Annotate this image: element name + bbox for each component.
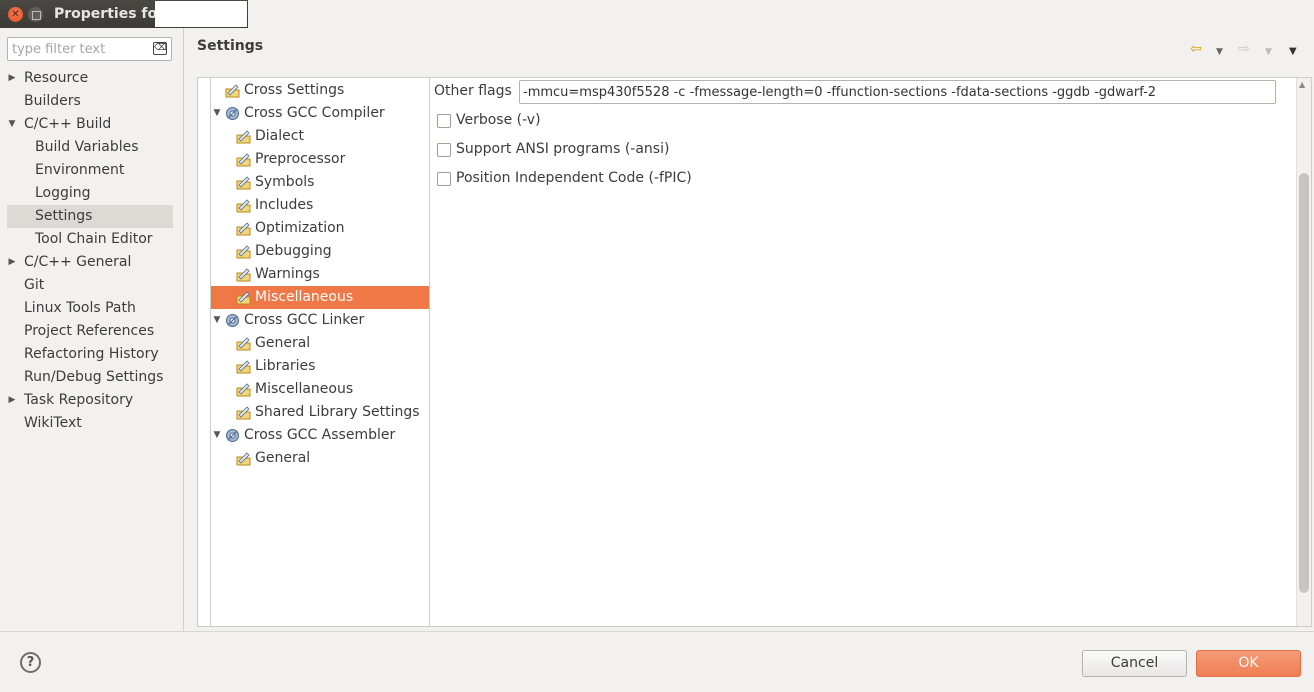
tree-item-dialect[interactable]: Dialect: [211, 125, 429, 148]
ansi-checkbox[interactable]: [437, 143, 451, 157]
tool-icon: [225, 106, 240, 121]
back-history-dropdown-icon[interactable]: ▼: [1216, 45, 1223, 59]
collapse-arrow-icon[interactable]: ▼: [212, 102, 222, 125]
tree-item-compiler-miscellaneous[interactable]: Miscellaneous: [211, 286, 429, 309]
tree-item-optimization[interactable]: Optimization: [211, 217, 429, 240]
settings-icon: [236, 382, 251, 397]
tree-item-assembler-general[interactable]: General: [211, 447, 429, 470]
tree-item-cross-gcc-compiler[interactable]: ▼ Cross GCC Compiler: [211, 102, 429, 125]
other-flags-label: Other flags: [434, 83, 512, 99]
tree-item-cross-gcc-linker[interactable]: ▼ Cross GCC Linker: [211, 309, 429, 332]
nav-item-refactoring-history[interactable]: Refactoring History: [7, 343, 173, 366]
tree-item-libraries[interactable]: Libraries: [211, 355, 429, 378]
tree-item-debugging[interactable]: Debugging: [211, 240, 429, 263]
scroll-up-icon[interactable]: ▲: [1299, 80, 1305, 89]
page-header: Settings ⇦ ▼ ⇨ ▼ ▼: [185, 28, 1314, 70]
nav-item-cpp-build[interactable]: ▼ C/C++ Build: [7, 113, 173, 136]
settings-icon: [236, 152, 251, 167]
tree-item-cross-gcc-assembler[interactable]: ▼ Cross GCC Assembler: [211, 424, 429, 447]
nav-item-settings[interactable]: Settings: [7, 205, 173, 228]
nav-item-tool-chain-editor[interactable]: Tool Chain Editor: [7, 228, 173, 251]
settings-icon: [236, 267, 251, 282]
maximize-window-button[interactable]: [28, 7, 43, 22]
nav-item-logging[interactable]: Logging: [7, 182, 173, 205]
settings-content: Cross Settings ▼ Cross GCC Compiler Dial…: [197, 77, 1312, 627]
tool-settings-tree: Cross Settings ▼ Cross GCC Compiler Dial…: [210, 78, 430, 626]
settings-icon: [236, 244, 251, 259]
tool-icon: [225, 428, 240, 443]
verbose-label: Verbose (-v): [456, 112, 541, 128]
vertical-scrollbar[interactable]: ▲: [1296, 78, 1311, 626]
nav-item-build-variables[interactable]: Build Variables: [7, 136, 173, 159]
page-title: Settings: [197, 38, 264, 54]
settings-icon: [225, 83, 240, 98]
nav-item-linux-tools-path[interactable]: Linux Tools Path: [7, 297, 173, 320]
back-arrow-icon[interactable]: ⇦: [1190, 42, 1202, 56]
settings-icon: [236, 290, 251, 305]
ok-button[interactable]: OK: [1196, 650, 1301, 677]
other-flags-input[interactable]: [519, 80, 1276, 104]
settings-icon: [236, 405, 251, 420]
tree-item-linker-general[interactable]: General: [211, 332, 429, 355]
collapse-arrow-icon[interactable]: ▼: [212, 424, 222, 447]
nav-item-project-references[interactable]: Project References: [7, 320, 173, 343]
nav-item-task-repository[interactable]: ▶ Task Repository: [7, 389, 173, 412]
close-window-button[interactable]: ✕: [8, 7, 23, 22]
nav-item-wikitext[interactable]: WikiText: [7, 412, 173, 435]
tree-item-linker-miscellaneous[interactable]: Miscellaneous: [211, 378, 429, 401]
nav-item-builders[interactable]: Builders: [7, 90, 173, 113]
settings-icon: [236, 175, 251, 190]
expand-arrow-icon[interactable]: ▶: [7, 251, 17, 274]
settings-icon: [236, 336, 251, 351]
expand-arrow-icon[interactable]: ▶: [7, 67, 17, 90]
tree-item-symbols[interactable]: Symbols: [211, 171, 429, 194]
forward-arrow-icon[interactable]: ⇨: [1238, 42, 1250, 56]
tree-item-warnings[interactable]: Warnings: [211, 263, 429, 286]
nav-item-run-debug-settings[interactable]: Run/Debug Settings: [7, 366, 173, 389]
settings-icon: [236, 198, 251, 213]
tree-item-cross-settings[interactable]: Cross Settings: [211, 79, 429, 102]
collapse-arrow-icon[interactable]: ▼: [7, 113, 17, 136]
nav-item-git[interactable]: Git: [7, 274, 173, 297]
properties-nav-panel: ⌫ ▶Resource Builders ▼C/C++ Build Build …: [0, 28, 184, 631]
settings-icon: [236, 359, 251, 374]
tree-item-shared-library-settings[interactable]: Shared Library Settings: [211, 401, 429, 424]
forward-history-dropdown-icon[interactable]: ▼: [1265, 45, 1272, 59]
filter-input[interactable]: [8, 38, 148, 60]
properties-nav-tree: ▶ Resource Builders ▼ C/C++ Build Build Va…: [7, 67, 173, 435]
nav-item-resource[interactable]: ▶ Resource: [7, 67, 173, 90]
collapse-arrow-icon[interactable]: ▼: [212, 309, 222, 332]
settings-icon: [236, 129, 251, 144]
miscellaneous-options-panel: Other flags Verbose (-v) Support ANSI pr…: [432, 78, 1294, 626]
tree-item-includes[interactable]: Includes: [211, 194, 429, 217]
verbose-checkbox[interactable]: [437, 114, 451, 128]
cancel-button[interactable]: Cancel: [1082, 650, 1187, 677]
tree-item-preprocessor[interactable]: Preprocessor: [211, 148, 429, 171]
settings-icon: [236, 451, 251, 466]
window-title: Properties for: [54, 6, 165, 22]
dialog-button-bar: ? Cancel OK: [0, 631, 1314, 692]
ansi-label: Support ANSI programs (-ansi): [456, 141, 670, 157]
title-bar: ✕ Properties for: [0, 0, 1314, 28]
fpic-label: Position Independent Code (-fPIC): [456, 170, 692, 186]
view-menu-icon[interactable]: ▼: [1289, 45, 1297, 59]
redacted-project-name: [155, 1, 247, 27]
tool-icon: [225, 313, 240, 328]
nav-item-environment[interactable]: Environment: [7, 159, 173, 182]
fpic-checkbox[interactable]: [437, 172, 451, 186]
filter-box: ⌫: [7, 37, 172, 61]
expand-arrow-icon[interactable]: ▶: [7, 389, 17, 412]
nav-item-cpp-general[interactable]: ▶ C/C++ General: [7, 251, 173, 274]
settings-icon: [236, 221, 251, 236]
clear-filter-icon[interactable]: ⌫: [153, 42, 167, 55]
help-icon[interactable]: ?: [20, 652, 41, 673]
scrollbar-thumb[interactable]: [1299, 173, 1309, 593]
